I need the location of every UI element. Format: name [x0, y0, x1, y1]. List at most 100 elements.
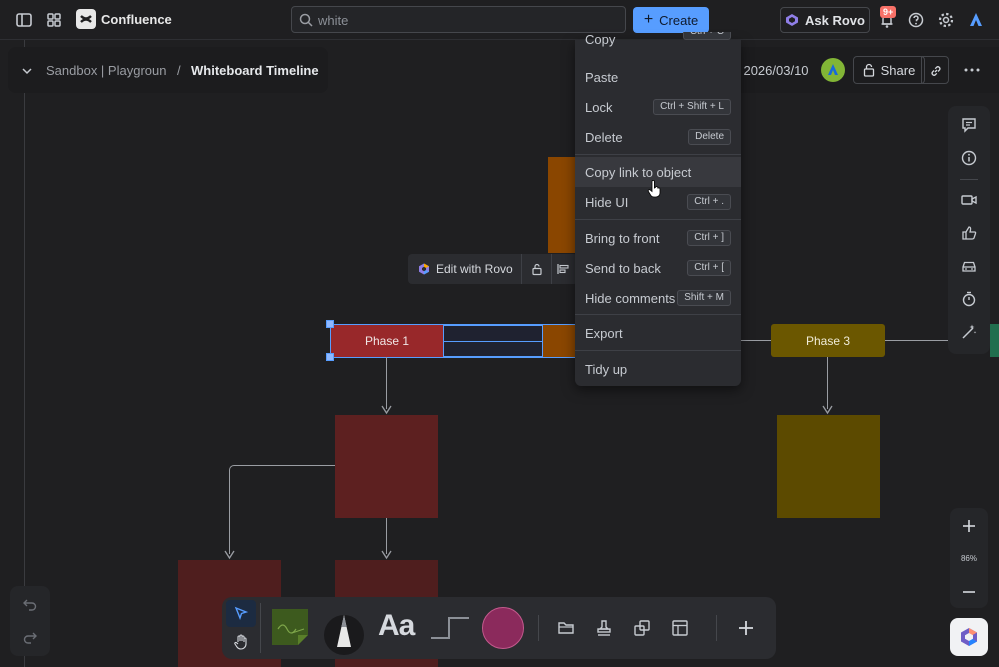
menu-item-send-to-back[interactable]: Send to back Ctrl + [ [575, 253, 741, 283]
menu-item-label: Lock [585, 100, 613, 115]
chevron-down-icon[interactable] [20, 64, 34, 78]
zoom-level[interactable]: 86% [950, 554, 988, 563]
menu-item-paste[interactable]: Paste [575, 62, 741, 92]
comments-icon[interactable] [960, 116, 978, 134]
stamp-icon[interactable] [594, 618, 614, 638]
menu-item-tidy-up[interactable]: Tidy up [575, 354, 741, 384]
copy-link-button[interactable] [921, 56, 949, 84]
menu-item-shortcut: Ctrl + Shift + L [653, 99, 731, 115]
search-input[interactable] [318, 11, 618, 29]
add-more-tools-icon[interactable] [736, 618, 756, 638]
page-title[interactable]: Whiteboard Timeline [191, 63, 319, 78]
menu-item-copy[interactable]: Copy Ctrl + C [575, 32, 741, 54]
toolbar-divider [260, 603, 261, 653]
search-icon [299, 13, 313, 27]
toolbar-divider [716, 615, 717, 641]
selection-handle-bottom-left[interactable] [326, 353, 334, 361]
smart-objects-icon[interactable] [632, 618, 652, 638]
menu-item-label: Tidy up [585, 362, 628, 377]
atlassian-logo-icon[interactable] [966, 10, 986, 30]
lock-icon[interactable] [530, 262, 544, 276]
menu-item-lock[interactable]: Lock Ctrl + Shift + L [575, 92, 741, 122]
hand-icon [234, 634, 247, 650]
zoom-in-icon[interactable] [961, 518, 977, 534]
phase4-bar-edge[interactable] [990, 324, 999, 357]
breadcrumb-parent[interactable]: Sandbox | Playground [46, 63, 166, 78]
select-tool-button[interactable] [226, 600, 256, 627]
phase1-card[interactable] [335, 415, 438, 518]
settings-gear-icon[interactable] [936, 10, 956, 30]
ask-rovo-button[interactable]: Ask Rovo [780, 7, 870, 33]
app-name[interactable]: Confluence [101, 12, 172, 27]
connector-line [741, 340, 771, 341]
menu-separator [575, 350, 741, 351]
edit-with-rovo-button[interactable]: Edit with Rovo [414, 254, 520, 284]
menu-item-shortcut: Ctrl + ] [687, 230, 731, 246]
thumbs-up-icon[interactable] [960, 224, 978, 242]
atlassian-avatar-icon [828, 64, 838, 75]
phase2-upper-box[interactable] [548, 157, 578, 253]
connector-tool-icon[interactable] [430, 615, 470, 641]
arrowhead-icon [381, 550, 392, 560]
menu-item-label: Bring to front [585, 231, 660, 246]
selection-handle-top-left[interactable] [326, 320, 334, 328]
share-button[interactable]: Share [853, 56, 925, 84]
search-box[interactable] [291, 6, 626, 33]
rovo-chat-button[interactable] [950, 618, 988, 656]
car-icon[interactable] [960, 257, 978, 275]
confluence-logo-icon[interactable] [76, 9, 96, 29]
template-layout-icon[interactable] [670, 618, 690, 638]
avatar[interactable] [821, 58, 845, 82]
app-switcher-icon[interactable] [44, 10, 64, 30]
connector-line [234, 465, 335, 466]
text-tool[interactable]: Aa [378, 609, 415, 643]
help-icon[interactable] [906, 10, 926, 30]
phase3-card[interactable] [777, 415, 880, 518]
timer-icon[interactable] [960, 290, 978, 308]
connector-line [386, 518, 387, 554]
connector-line [229, 470, 230, 554]
plus-icon: + [643, 11, 654, 28]
pen-tool[interactable] [324, 607, 364, 655]
pen-icon [324, 615, 364, 655]
more-options-icon[interactable] [963, 62, 981, 78]
menu-item-hide-comments[interactable]: Hide comments Shift + M [575, 283, 741, 313]
sticky-note-icon [272, 609, 308, 645]
zoom-out-icon[interactable] [961, 584, 977, 600]
video-icon[interactable] [960, 191, 978, 209]
menu-item-shortcut: Delete [688, 129, 731, 145]
arrowhead-icon [381, 405, 392, 415]
menu-separator [575, 314, 741, 315]
menu-item-label: Paste [585, 70, 619, 85]
share-label: Share [880, 62, 916, 78]
create-button-label: Create [659, 12, 699, 28]
sidebar-toggle-icon[interactable] [14, 10, 34, 30]
phase3-label: Phase 3 [805, 333, 851, 348]
undo-icon[interactable] [22, 596, 38, 612]
menu-item-shortcut: Ctrl + C [682, 32, 731, 40]
toolbar-divider [551, 254, 552, 284]
frame-folder-icon[interactable] [556, 618, 576, 638]
hand-tool-button[interactable] [226, 629, 256, 656]
menu-item-bring-to-front[interactable]: Bring to front Ctrl + ] [575, 223, 741, 253]
arrowhead-icon [224, 550, 235, 560]
menu-separator [575, 154, 741, 155]
toolbar-divider [538, 615, 539, 641]
menu-item-label: Send to back [585, 261, 661, 276]
breadcrumb-separator: / [177, 63, 181, 78]
create-button[interactable]: + Create [633, 7, 709, 33]
rovo-icon [786, 14, 799, 26]
menu-item-shortcut: Ctrl + . [687, 194, 731, 210]
object-floating-toolbar: Edit with Rovo [408, 254, 578, 284]
magic-wand-icon[interactable] [960, 323, 978, 341]
shape-tool[interactable] [482, 607, 524, 649]
connector-line [827, 357, 828, 409]
menu-item-label: Copy link to object [585, 165, 692, 180]
phase3-bar[interactable]: Phase 3 [771, 324, 885, 357]
align-icon[interactable] [556, 262, 570, 276]
info-icon[interactable] [960, 149, 978, 167]
menu-item-export[interactable]: Export [575, 318, 741, 348]
sticky-note-tool[interactable] [272, 607, 314, 647]
redo-icon[interactable] [22, 629, 38, 645]
menu-item-delete[interactable]: Delete Delete [575, 122, 741, 152]
